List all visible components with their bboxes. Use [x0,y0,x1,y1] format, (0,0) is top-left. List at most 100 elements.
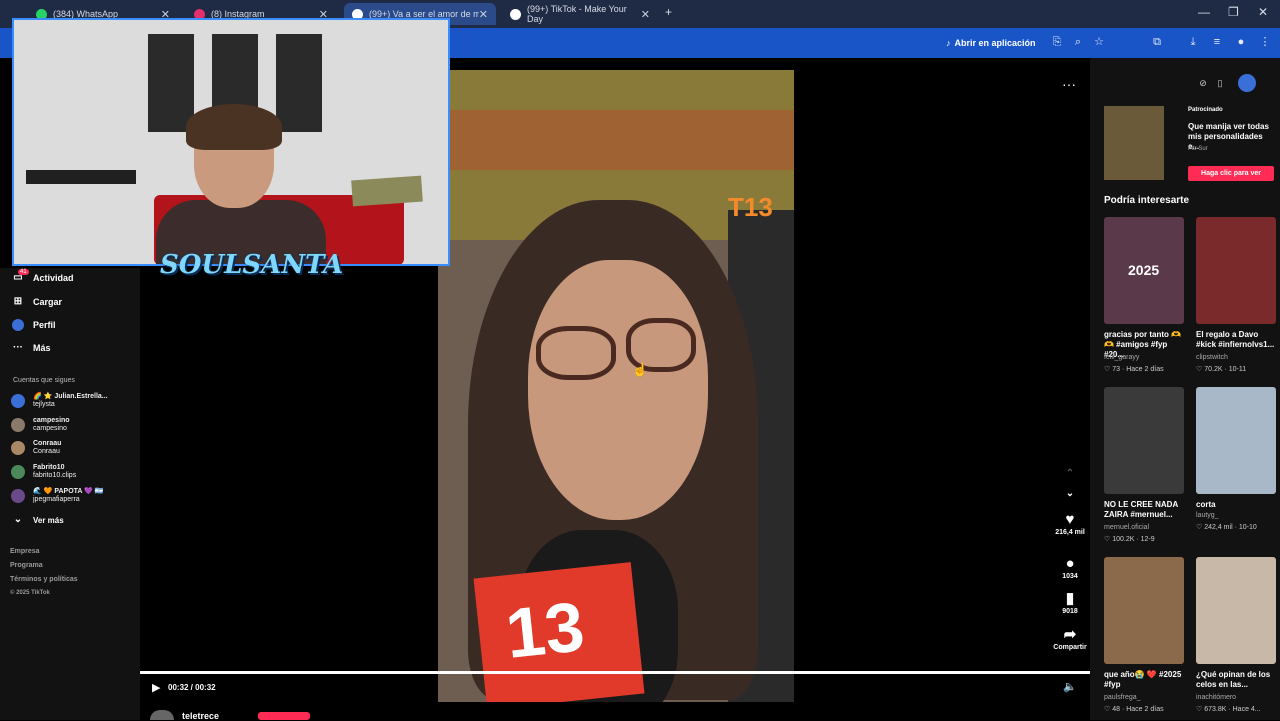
avatar [11,465,25,479]
video-subject-face [528,260,708,520]
thumbnail-overlay-text: 2025 [1128,262,1160,278]
nav-more[interactable]: ··· Más [12,342,51,354]
following-item[interactable]: campesino campesino [11,417,70,433]
card-caption[interactable]: El regalo a Davo #kick #infiernolvs1... [1196,330,1280,350]
extension-icon[interactable]: ⧉ [1150,35,1164,49]
card-user[interactable]: inachitómero [1196,694,1236,701]
suggested-video-thumbnail[interactable] [1104,387,1184,494]
download-icon[interactable]: ⤓ [1186,35,1200,49]
card-user[interactable]: mernuel.oficial [1104,524,1149,531]
volume-icon[interactable]: 🔈 [1063,680,1077,693]
chevron-down-icon: ⌄ [13,514,23,525]
like-button[interactable]: ♥ 216,4 mil [1050,511,1090,537]
bookmark-button[interactable]: ▮ 9018 [1050,590,1090,616]
restore-icon[interactable]: ❐ [1228,5,1239,19]
share-icon: ➦ [1063,626,1077,643]
acoustic-panel [148,34,194,132]
browser-menu-icon[interactable]: ⋮ [1258,35,1272,49]
zoom-icon[interactable]: ⌕ [1071,35,1085,49]
tab-tiktok-home[interactable]: (99+) TikTok - Make Your Day ✕ [502,3,658,25]
ad-sub: Fitr Sur [1188,146,1208,152]
follow-button[interactable] [258,712,310,720]
ad-thumbnail[interactable] [1104,106,1164,180]
media-icon[interactable]: ≡ [1210,35,1224,49]
tab-label: (99+) TikTok - Make Your Day [527,4,627,24]
card-stats: ♡ 242,4 mil · 10-10 [1196,524,1257,531]
card-user[interactable]: lautyg_ [1196,512,1219,519]
tiktok-icon [510,8,521,20]
bookmark-icon: ▮ [1065,590,1075,607]
streamer-logo: SOULSANTA [160,250,344,280]
suggested-video-thumbnail[interactable] [1196,557,1276,664]
comment-button[interactable]: ● 1034 [1050,555,1090,581]
see-more-button[interactable]: ⌄ Ver más [12,514,64,526]
dollar-bill [351,175,423,207]
suggested-video-thumbnail[interactable] [1196,217,1276,324]
share-button[interactable]: ➦ Compartir [1050,626,1090,652]
footer-link[interactable]: Términos y políticas [10,576,78,583]
card-caption[interactable]: ¿Qué opinan de los celos en las... [1196,670,1280,690]
following-item[interactable]: 🌈 ⭐ Julian.Estrella... tejlysta [11,393,108,409]
bookmark-count: 9018 [1062,608,1078,615]
author-avatar[interactable] [150,710,174,720]
more-options-icon[interactable]: ··· [1062,76,1076,92]
following-user: campesino [33,425,67,432]
suggested-video-thumbnail[interactable] [1196,387,1276,494]
following-item[interactable]: Conraau Conraau [11,440,61,456]
following-user: fabrito10.clips [33,472,77,479]
video-player[interactable]: 13 T13 [438,70,794,702]
avatar [11,441,25,455]
close-icon[interactable]: ✕ [641,8,650,21]
heart-icon: ♥ [1065,511,1075,528]
card-caption[interactable]: NO LE CREE NADA ZAIRA #mernuel... [1104,500,1188,520]
nav-label: Perfil [33,320,56,330]
footer-link[interactable]: Programa [10,562,43,569]
phone-icon[interactable]: ▯ [1211,74,1229,92]
channel-logo: T13 [728,192,773,222]
close-icon[interactable]: ✕ [479,8,488,21]
card-user[interactable]: paulsfrega_ [1104,694,1141,701]
scroll-down-icon[interactable]: ⌄ [1050,488,1090,499]
following-user: Conraau [33,448,60,455]
minimize-icon[interactable]: — [1198,5,1210,19]
following-name: 🌈 ⭐ Julian.Estrella... [33,393,108,400]
scroll-up-icon[interactable]: ⌃ [1050,468,1090,479]
progress-bar[interactable] [140,671,1090,674]
avatar [11,418,25,432]
card-user[interactable]: felii_garayy [1104,354,1139,361]
plus-icon: ⊞ [13,296,23,307]
see-more-label: Ver más [33,515,64,525]
share-label: Compartir [1053,644,1087,651]
suggested-video-thumbnail[interactable] [1104,557,1184,664]
play-icon[interactable]: ▶ [152,681,160,694]
following-name: 🌊 🧡 PAPOTA 💜 🇦🇷 [33,488,104,495]
card-caption[interactable]: que año😭 ❤️ #2025 #fyp [1104,670,1188,690]
comment-icon: ● [1065,555,1075,572]
nav-upload[interactable]: ⊞ Cargar [12,296,62,308]
nav-profile[interactable]: Perfil [12,319,56,331]
card-user[interactable]: clipstwitch [1196,354,1228,361]
avatar[interactable] [1238,74,1256,92]
star-icon[interactable]: ☆ [1092,35,1106,49]
ad-cta-button[interactable]: Haga clic para ver [1188,166,1274,181]
video-background [438,110,794,170]
following-user: tejlysta [33,401,55,408]
footer-link[interactable]: Empresa [10,548,40,555]
open-in-app-button[interactable]: ♪ Abrir en aplicación [946,34,1036,52]
card-stats: ♡ 70.2K · 10-11 [1196,366,1247,373]
following-item[interactable]: Fabrito10 fabrito10.clips [11,464,76,480]
new-tab-button[interactable]: + [665,5,672,19]
streamer-hair [186,104,282,150]
card-stats: ♡ 100.2K · 12-9 [1104,536,1155,543]
settings-icon[interactable]: ⊘ [1194,74,1212,92]
translate-icon[interactable]: ⎘ [1050,35,1064,49]
nav-label: Más [33,343,51,353]
tiktok-icon: ♪ [946,38,951,48]
window-close-icon[interactable]: ✕ [1258,5,1268,19]
acoustic-panel [276,34,322,132]
following-item[interactable]: 🌊 🧡 PAPOTA 💜 🇦🇷 jpegmafiaperra [11,488,104,504]
nav-label: Cargar [33,297,63,307]
card-caption[interactable]: corta [1196,500,1280,510]
profile-icon[interactable]: ● [1234,35,1248,49]
more-icon: ··· [13,342,23,353]
